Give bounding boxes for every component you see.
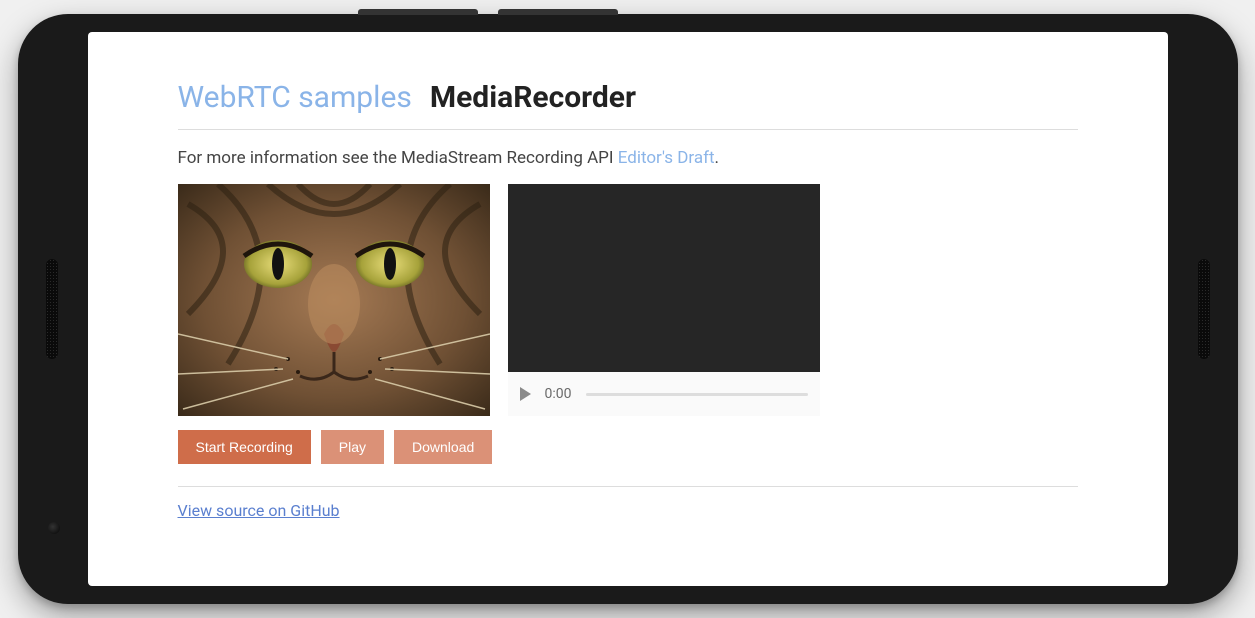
- divider: [178, 486, 1078, 487]
- device-top-buttons: [358, 9, 638, 15]
- intro-link[interactable]: Editor's Draft: [618, 148, 715, 168]
- device-speaker-left: [46, 259, 58, 359]
- video-player-canvas: [508, 184, 820, 372]
- player-progress-bar[interactable]: [586, 393, 808, 396]
- view-source-link[interactable]: View source on GitHub: [178, 501, 340, 520]
- video-player[interactable]: 0:00: [508, 184, 820, 416]
- intro-prefix: For more information see the MediaStream…: [178, 148, 618, 168]
- video-player-controls: 0:00: [508, 372, 820, 416]
- device-speaker-right: [1198, 259, 1210, 359]
- page-title: MediaRecorder: [430, 80, 636, 115]
- intro-text: For more information see the MediaStream…: [178, 148, 1078, 168]
- download-button[interactable]: Download: [394, 430, 492, 464]
- header-link[interactable]: WebRTC samples: [178, 80, 412, 115]
- device-frame: WebRTC samples MediaRecorder For more in…: [18, 14, 1238, 604]
- device-camera: [48, 522, 60, 534]
- intro-suffix: .: [715, 148, 719, 168]
- player-timecode: 0:00: [545, 386, 572, 402]
- start-recording-button[interactable]: Start Recording: [178, 430, 311, 464]
- play-icon[interactable]: [520, 387, 531, 401]
- cat-illustration-icon: [178, 184, 490, 416]
- button-row: Start Recording Play Download: [178, 430, 1078, 464]
- media-row: 0:00: [178, 184, 1078, 416]
- page-header: WebRTC samples MediaRecorder: [178, 80, 1078, 130]
- app-screen: WebRTC samples MediaRecorder For more in…: [88, 32, 1168, 586]
- play-button[interactable]: Play: [321, 430, 384, 464]
- camera-preview[interactable]: [178, 184, 490, 416]
